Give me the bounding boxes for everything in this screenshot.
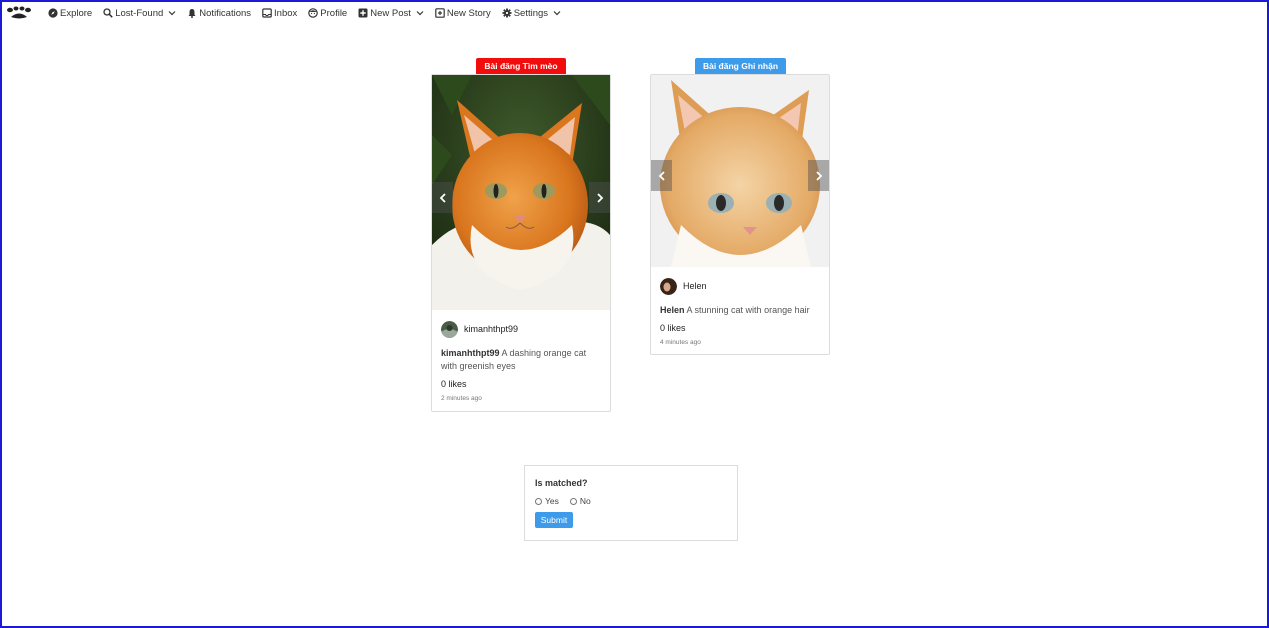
chevron-left-icon [439,192,446,203]
nav-new-story-label: New Story [446,7,491,19]
author-name[interactable]: kimanhthpt99 [464,324,518,334]
nav-notifications[interactable]: Notifications [187,8,251,19]
carousel-prev-button[interactable] [651,160,672,191]
face-icon [308,8,319,18]
carousel-prev-button[interactable] [432,182,453,213]
radio-no-label: No [579,496,591,506]
chevron-down-icon [416,11,424,16]
nav-lost-found-label: Lost-Found [115,7,164,19]
nav-explore[interactable]: Explore [48,8,92,19]
bell-icon [188,9,196,18]
chevron-down-icon [553,11,561,16]
nav-new-story[interactable]: New Story [435,8,491,19]
carousel-next-button[interactable] [808,160,829,191]
post-caption: kimanhthpt99 A dashing orange cat with g… [441,347,601,373]
compass-icon [48,8,58,18]
plus-square-icon [358,8,368,18]
caption-author[interactable]: kimanhthpt99 [441,348,500,358]
chevron-left-icon [658,170,665,181]
caption-text: A stunning cat with orange hair [684,305,810,315]
gear-icon [502,8,512,18]
caption-author[interactable]: Helen [660,305,685,315]
paw-logo-icon[interactable] [6,5,32,21]
post-card-sighting: Helen Helen A stunning cat with orange h… [650,74,830,355]
nav-explore-label: Explore [60,7,93,19]
top-navbar: Explore Lost-Found Notifications Inbox P… [6,4,572,22]
radio-circle[interactable] [535,497,542,505]
nav-new-post[interactable]: New Post [358,8,424,19]
nav-profile-label: Profile [320,7,348,19]
inbox-icon [262,8,272,18]
image-carousel [651,75,829,267]
radio-yes[interactable]: Yes [535,496,559,506]
nav-notifications-label: Notifications [199,7,252,19]
story-icon [435,8,445,18]
chevron-down-icon [168,11,176,16]
nav-inbox[interactable]: Inbox [262,8,297,19]
search-icon [103,8,113,18]
post-caption: Helen A stunning cat with orange hair [660,304,820,317]
radio-circle[interactable] [569,497,577,505]
submit-button[interactable]: Submit [535,512,573,528]
radio-yes-label: Yes [545,496,559,506]
cat-photo [432,75,610,310]
avatar[interactable] [441,320,458,338]
author-name[interactable]: Helen [683,281,707,291]
nav-settings[interactable]: Settings [502,8,561,19]
image-carousel [432,75,610,310]
likes-count: 0 likes [660,323,686,333]
nav-profile[interactable]: Profile [308,8,347,19]
likes-count: 0 likes [441,379,467,389]
sighting-post-badge: Bài đăng Ghi nhận [695,58,786,74]
cat-photo [651,75,829,267]
match-form: Is matched? Yes No Submit [524,465,738,541]
post-timestamp: 4 minutes ago [660,339,701,346]
chevron-right-icon [815,170,822,181]
post-card-lost: kimanhthpt99 kimanhthpt99 A dashing oran… [431,74,611,412]
lost-post-badge: Bài đăng Tìm mèo [476,58,566,74]
radio-no[interactable]: No [569,496,591,506]
nav-inbox-label: Inbox [274,7,298,19]
chevron-right-icon [596,192,603,203]
post-timestamp: 2 minutes ago [441,395,482,402]
avatar[interactable] [660,277,677,295]
nav-settings-label: Settings [513,7,549,19]
carousel-next-button[interactable] [589,182,610,213]
match-question: Is matched? [535,478,588,488]
nav-new-post-label: New Post [370,7,411,19]
nav-lost-found[interactable]: Lost-Found [103,8,176,19]
